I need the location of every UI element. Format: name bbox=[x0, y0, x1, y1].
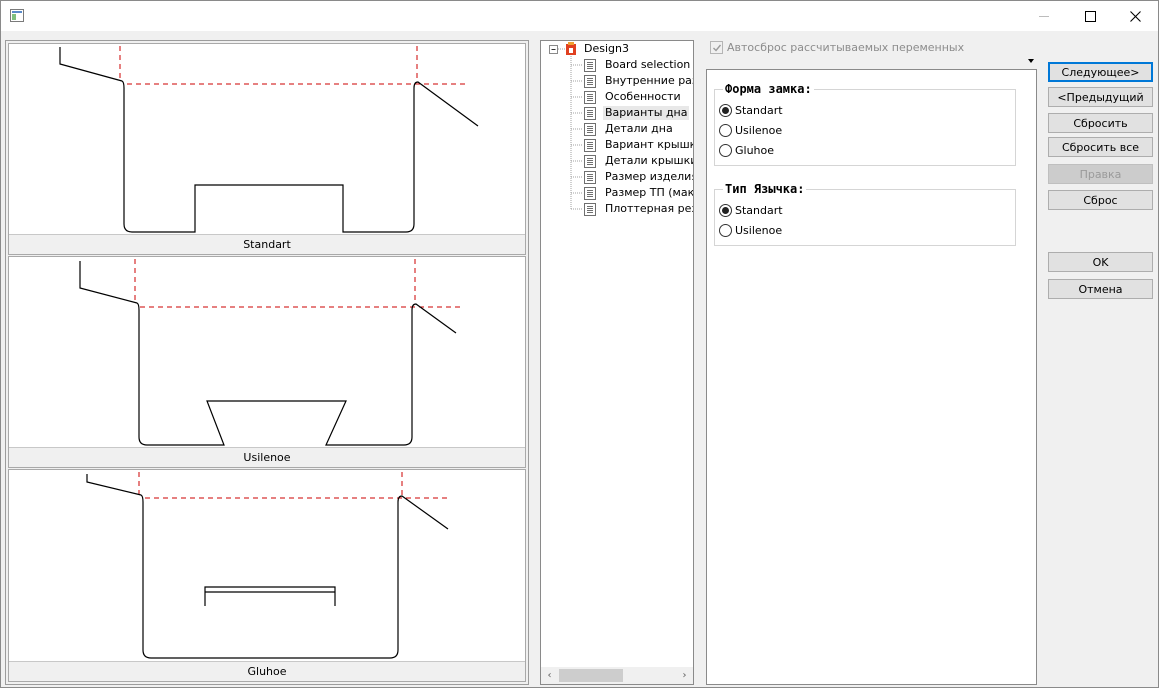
standart-lock-drawing bbox=[59, 46, 479, 233]
maximize-button[interactable] bbox=[1067, 1, 1113, 31]
autoreset-checkbox[interactable]: Автосброс рассчитываемых переменных bbox=[710, 40, 964, 54]
title-bar[interactable] bbox=[1, 1, 1158, 31]
page-icon bbox=[584, 107, 596, 120]
chevron-left-icon: ‹ bbox=[547, 670, 552, 681]
scroll-left-button[interactable]: ‹ bbox=[541, 667, 558, 684]
tongue-type-title: Тип Язычка: bbox=[723, 182, 807, 196]
page-icon bbox=[584, 187, 596, 200]
autoreset-label: Автосброс рассчитываемых переменных bbox=[727, 40, 965, 54]
next-button[interactable]: Следующее> bbox=[1048, 62, 1153, 82]
options-panel: Форма замка: Standart Usilenoe Gluhoe Ти… bbox=[706, 69, 1037, 685]
radio-icon bbox=[719, 143, 732, 157]
scroll-thumb[interactable] bbox=[559, 669, 623, 682]
page-icon bbox=[584, 59, 596, 72]
cancel-button[interactable]: Отмена bbox=[1048, 279, 1153, 299]
preview-option-gluhoe[interactable]: Gluhoe bbox=[8, 469, 526, 682]
ok-button[interactable]: OK bbox=[1048, 252, 1153, 272]
tree-item-bottom-details[interactable]: Детали дна bbox=[541, 121, 693, 137]
close-icon bbox=[1129, 10, 1141, 22]
clear-button[interactable]: Сброс bbox=[1048, 190, 1153, 210]
page-icon bbox=[584, 155, 596, 168]
lock-option-usilenoe[interactable]: Usilenoe bbox=[719, 122, 782, 138]
lock-shape-title: Форма замка: bbox=[723, 82, 814, 96]
tree-item-label: Размер ТП (макс Г bbox=[605, 186, 694, 199]
tree-horizontal-scrollbar[interactable]: ‹ › bbox=[541, 667, 693, 684]
checkbox-checked-icon bbox=[710, 40, 723, 54]
page-icon bbox=[584, 123, 596, 136]
gluhoe-lock-drawing bbox=[86, 472, 449, 659]
scroll-right-button[interactable]: › bbox=[676, 667, 693, 684]
tongue-type-group: Тип Язычка: Standart Usilenoe bbox=[714, 182, 1016, 246]
page-icon bbox=[584, 139, 596, 152]
radio-label: Standart bbox=[735, 203, 783, 217]
radio-label: Usilenoe bbox=[735, 123, 783, 137]
edit-button[interactable]: Правка bbox=[1048, 164, 1153, 184]
tree-item-label: Особенности bbox=[605, 90, 681, 103]
dialog-window: Standart Usilenoe Gluhoe Design3 Board s… bbox=[0, 0, 1159, 688]
tree-item-lid-details[interactable]: Детали крышки bbox=[541, 153, 693, 169]
tree-item-label: Детали дна bbox=[605, 122, 673, 135]
page-icon bbox=[584, 75, 596, 88]
app-window-icon bbox=[10, 9, 24, 22]
preview-panel: Standart Usilenoe Gluhoe bbox=[5, 40, 529, 685]
tongue-option-usilenoe[interactable]: Usilenoe bbox=[719, 222, 782, 238]
tongue-option-standart[interactable]: Standart bbox=[719, 202, 783, 218]
minimize-button[interactable] bbox=[1021, 1, 1067, 31]
tree-item-bottom-variants[interactable]: Варианты дна bbox=[541, 105, 693, 121]
tree-item-board-selection[interactable]: Board selection bbox=[541, 57, 693, 73]
tree-item-lid-variant[interactable]: Вариант крышки bbox=[541, 137, 693, 153]
tree-item-product-size[interactable]: Размер изделия bbox=[541, 169, 693, 185]
design-tree[interactable]: Design3 Board selection Внутренние разме… bbox=[540, 40, 694, 685]
tree-item-plotter-cutting[interactable]: Плоттерная резка bbox=[541, 201, 693, 217]
tree-item-label: Внутренние разме bbox=[605, 74, 693, 87]
usilenoe-lock-drawing bbox=[79, 259, 461, 446]
preview-caption-gluhoe: Gluhoe bbox=[9, 661, 525, 681]
close-button[interactable] bbox=[1112, 1, 1158, 31]
tree-item-label: Детали крышки bbox=[605, 154, 694, 167]
page-icon bbox=[584, 91, 596, 104]
preview-option-usilenoe[interactable]: Usilenoe bbox=[8, 256, 526, 468]
radio-selected-icon bbox=[719, 203, 732, 217]
tree-item-label: Вариант крышки bbox=[605, 138, 694, 151]
page-icon bbox=[584, 171, 596, 184]
reset-all-button[interactable]: Сбросить все bbox=[1048, 137, 1153, 157]
tree-item-label: Размер изделия bbox=[605, 170, 694, 183]
tree-item-tp-size[interactable]: Размер ТП (макс Г bbox=[541, 185, 693, 201]
tree-item-label: Плоттерная резка bbox=[605, 202, 693, 215]
tree-root-design3[interactable]: Design3 bbox=[541, 41, 693, 57]
radio-label: Standart bbox=[735, 103, 783, 117]
dropdown-arrow-icon[interactable] bbox=[1028, 59, 1034, 63]
radio-selected-icon bbox=[719, 103, 732, 117]
preview-caption-standart: Standart bbox=[9, 234, 525, 254]
lock-option-gluhoe[interactable]: Gluhoe bbox=[719, 142, 774, 158]
lock-option-standart[interactable]: Standart bbox=[719, 102, 783, 118]
radio-label: Gluhoe bbox=[735, 143, 775, 157]
preview-option-standart[interactable]: Standart bbox=[8, 43, 526, 255]
radio-icon bbox=[719, 123, 732, 137]
tree-root-label: Design3 bbox=[584, 42, 629, 55]
reset-button[interactable]: Сбросить bbox=[1048, 113, 1153, 133]
page-icon bbox=[584, 203, 596, 216]
tree-item-label: Board selection bbox=[605, 58, 691, 71]
lock-shape-group: Форма замка: Standart Usilenoe Gluhoe bbox=[714, 82, 1016, 166]
preview-caption-usilenoe: Usilenoe bbox=[9, 447, 525, 467]
previous-button[interactable]: <Предыдущий bbox=[1048, 87, 1153, 107]
radio-icon bbox=[719, 223, 732, 237]
tree-item-inner-sizes[interactable]: Внутренние разме bbox=[541, 73, 693, 89]
radio-label: Usilenoe bbox=[735, 223, 783, 237]
tree-item-features[interactable]: Особенности bbox=[541, 89, 693, 105]
chevron-right-icon: › bbox=[682, 670, 687, 681]
tree-item-label: Варианты дна bbox=[603, 106, 690, 120]
